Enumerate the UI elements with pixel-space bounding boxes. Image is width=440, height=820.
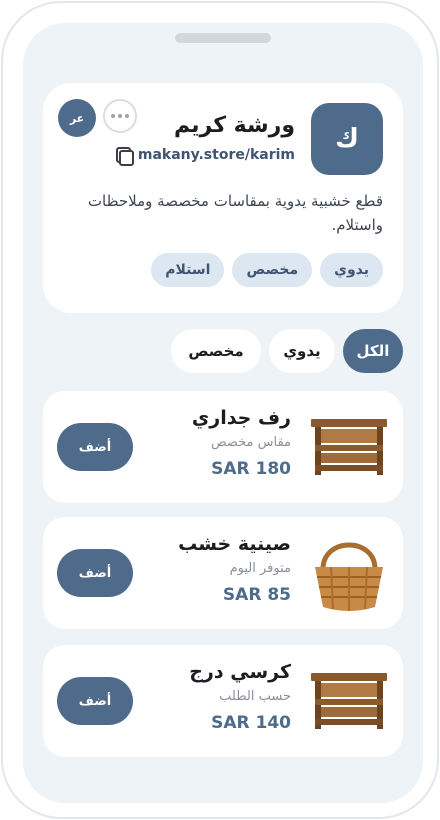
more-dot [118,114,122,118]
copy-icon[interactable] [115,147,134,166]
wooden-shelf-image [311,419,387,475]
shop-avatar: ك [311,103,383,175]
filter-custom[interactable]: مخصص [171,329,261,373]
filter-handmade[interactable]: يدوي [269,329,335,373]
product-card[interactable]: كرسي درج حسب الطلب SAR 140 أضف [43,645,403,757]
notch [175,33,271,43]
wooden-shelf-image [311,673,387,729]
product-price: SAR 140 [211,713,291,733]
product-card[interactable]: صينية خشب متوفر اليوم SAR 85 أضف [43,517,403,629]
tag-handmade: يدوي [320,253,383,287]
add-button[interactable]: أضف [57,677,133,725]
product-price: SAR 180 [211,459,291,479]
app-screen: ك ورشة كريم makany.store/karim عر قطع خش… [23,23,423,803]
tag-list: يدوي مخصص استلام [151,253,383,287]
add-button[interactable]: أضف [57,423,133,471]
language-button[interactable]: عر [58,99,96,137]
shop-description: قطع خشبية يدوية بمقاسات مخصصة وملاحظات و… [87,192,383,234]
tag-pickup: استلام [151,253,225,287]
product-card[interactable]: رف جداري مقاس مخصص SAR 180 أضف [43,391,403,503]
product-name: كرسي درج [189,661,291,683]
product-subtitle: حسب الطلب [219,689,291,704]
shop-url-text: makany.store/karim [137,147,295,163]
product-subtitle: مقاس مخصص [210,435,291,450]
filter-chips: الكل يدوي مخصص [171,329,403,373]
tag-custom: مخصص [232,253,313,287]
product-name: صينية خشب [178,533,291,555]
shop-name: ورشة كريم [174,113,295,138]
more-dot [125,114,129,118]
wicker-basket-image [315,542,383,611]
add-button[interactable]: أضف [57,549,133,597]
shop-url-link[interactable]: makany.store/karim [115,147,295,166]
product-name: رف جداري [191,407,291,429]
product-subtitle: متوفر اليوم [229,561,291,576]
more-options-button[interactable] [103,99,137,133]
phone-frame: ك ورشة كريم makany.store/karim عر قطع خش… [1,1,439,819]
filter-all[interactable]: الكل [343,329,403,373]
more-dots-icon [111,114,115,118]
profile-card: ك ورشة كريم makany.store/karim عر قطع خش… [43,83,403,313]
product-price: SAR 85 [222,585,291,605]
